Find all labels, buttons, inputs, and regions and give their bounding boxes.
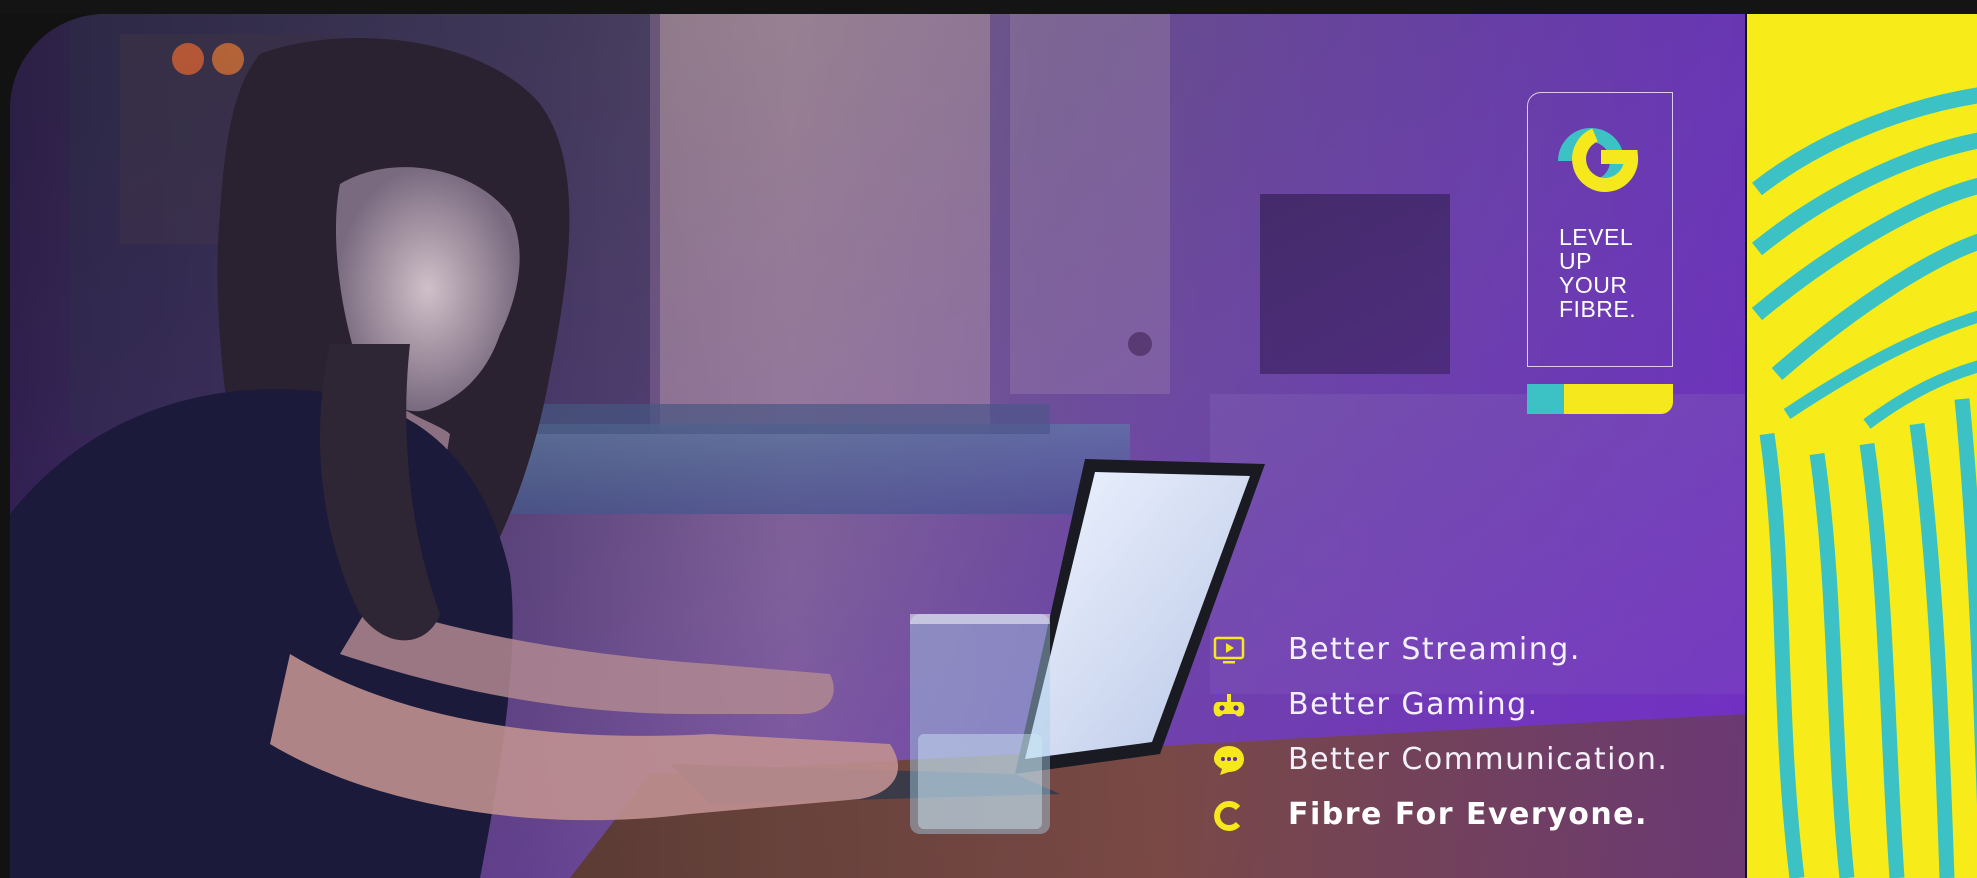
arc-pattern bbox=[1751, 87, 1977, 878]
chat-bubble-icon bbox=[1214, 745, 1244, 775]
level-bar-fill bbox=[1527, 384, 1564, 414]
feature-label: Better Communication. bbox=[1288, 742, 1669, 777]
decorative-pattern-panel bbox=[1747, 14, 1977, 878]
tv-play-icon bbox=[1213, 636, 1245, 663]
hero-photo-panel: LEVEL UP YOUR FIBRE. Better Streaming. B… bbox=[10, 14, 1745, 878]
game-controller-icon bbox=[1213, 693, 1245, 716]
e-swirl-logo-icon bbox=[1558, 128, 1639, 192]
tagline-line: YOUR bbox=[1559, 272, 1628, 298]
feature-label: Better Streaming. bbox=[1288, 632, 1581, 667]
c-arc-logo-icon bbox=[1214, 800, 1241, 831]
tagline-line: UP bbox=[1559, 248, 1592, 274]
level-bar bbox=[1527, 384, 1673, 414]
feature-item: Better Streaming. bbox=[1212, 622, 1668, 677]
brand-logo-box: LEVEL UP YOUR FIBRE. bbox=[1527, 92, 1673, 367]
feature-list: Better Streaming. Better Gaming. Better … bbox=[1212, 622, 1668, 842]
tagline-line: LEVEL bbox=[1559, 224, 1634, 250]
promo-banner: LEVEL UP YOUR FIBRE. Better Streaming. B… bbox=[0, 0, 1977, 878]
feature-label: Fibre For Everyone. bbox=[1288, 797, 1648, 832]
feature-label: Better Gaming. bbox=[1288, 687, 1539, 722]
feature-item: Better Gaming. bbox=[1212, 677, 1668, 732]
tagline: LEVEL UP YOUR FIBRE. bbox=[1559, 225, 1669, 321]
feature-item: Better Communication. bbox=[1212, 732, 1668, 787]
tagline-line: FIBRE. bbox=[1559, 296, 1637, 322]
top-strip bbox=[0, 0, 1977, 14]
feature-item: Fibre For Everyone. bbox=[1212, 787, 1668, 842]
